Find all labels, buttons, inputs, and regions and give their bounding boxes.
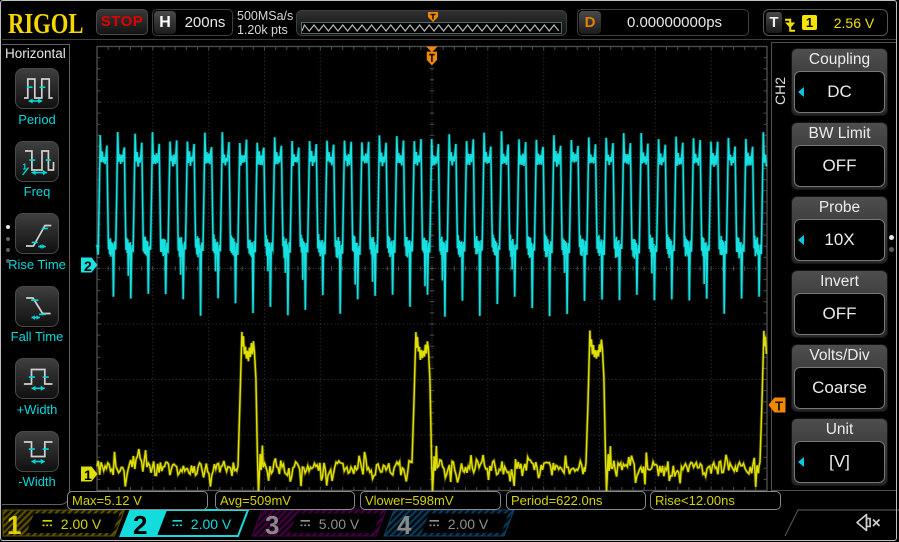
svg-text:2: 2: [84, 258, 92, 274]
svg-text:4: 4: [397, 510, 412, 539]
svg-text:1: 1: [7, 510, 21, 539]
svg-text:1: 1: [84, 467, 92, 483]
svg-text:3: 3: [265, 510, 279, 539]
svg-text:2: 2: [133, 510, 147, 539]
svg-text:T: T: [775, 399, 783, 414]
